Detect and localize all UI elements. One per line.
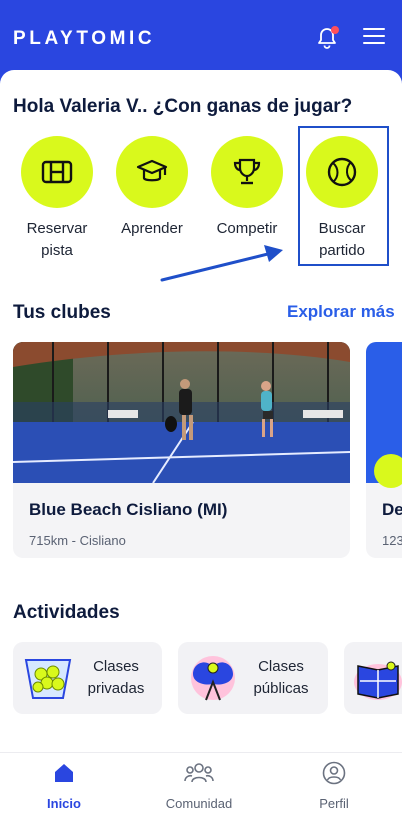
profile-icon (322, 761, 346, 785)
court-icon (21, 136, 93, 208)
action-label: Reservar pista (26, 220, 88, 259)
hamburger-menu-icon[interactable] (363, 28, 385, 46)
court-book-icon (354, 661, 402, 700)
home-content: Hola Valeria V.. ¿Con ganas de jugar? Re… (0, 70, 402, 827)
notification-dot (331, 26, 339, 34)
club-distance: 715km - Cisliano (29, 533, 126, 548)
club-photo (13, 342, 350, 483)
nav-inicio[interactable]: Inicio (14, 761, 114, 811)
club-name: Blue Beach Cisliano (MI) (29, 500, 228, 519)
nav-label: Inicio (47, 796, 81, 811)
activity-label: Clases públicas (253, 658, 309, 697)
activity-card-partial[interactable] (344, 642, 402, 714)
nav-label: Comunidad (165, 796, 233, 811)
action-competir[interactable]: Competir (202, 136, 292, 240)
annotation-arrow (160, 245, 283, 282)
bottom-navigation: Inicio Comunidad Perfil (0, 752, 402, 827)
home-icon (55, 764, 73, 782)
highlight-box (298, 126, 389, 266)
explore-more-link[interactable]: Explorar más (287, 302, 395, 322)
club-card[interactable]: Blue Beach Cisliano (MI) 715km - Cislian… (13, 342, 350, 558)
nav-label: Perfil (319, 796, 349, 811)
graduation-cap-icon (116, 136, 188, 208)
club-name: De (382, 500, 402, 519)
greeting-heading: Hola Valeria V.. ¿Con ganas de jugar? (13, 96, 353, 117)
balls-basket-icon (24, 659, 72, 699)
action-label: Competir (216, 220, 278, 237)
activities-section-title: Actividades (13, 602, 120, 623)
club-logo (374, 454, 402, 488)
activity-label: Clases privadas (87, 658, 145, 697)
nav-perfil[interactable]: Perfil (284, 761, 384, 811)
community-icon (184, 763, 214, 783)
app-logo: PLAYTOMIC (13, 28, 156, 49)
top-app-bar: PLAYTOMIC (0, 0, 402, 72)
action-aprender[interactable]: Aprender (107, 136, 197, 240)
club-card[interactable]: De 123 (366, 342, 402, 558)
nav-comunidad[interactable]: Comunidad (149, 761, 249, 811)
clubs-section-title: Tus clubes (13, 302, 111, 323)
trophy-icon (211, 136, 283, 208)
players-group-icon (191, 656, 235, 701)
club-photo (366, 342, 402, 488)
activity-clases-privadas[interactable]: Clases privadas (13, 642, 162, 714)
club-distance: 123 (382, 533, 402, 548)
activity-clases-publicas[interactable]: Clases públicas (178, 642, 328, 714)
action-reservar-pista[interactable]: Reservar pista (12, 136, 102, 262)
action-label: Aprender (121, 220, 183, 237)
